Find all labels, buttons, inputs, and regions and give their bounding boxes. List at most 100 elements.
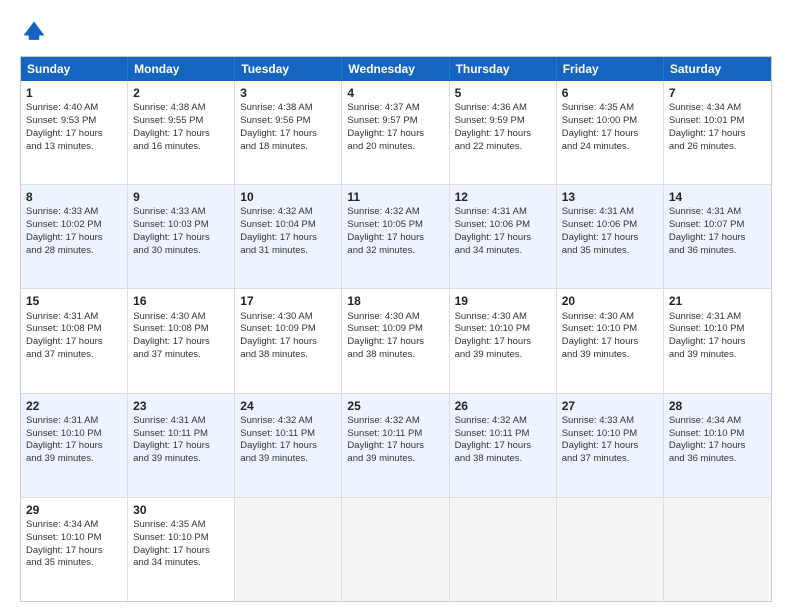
day-cell-30: 30Sunrise: 4:35 AMSunset: 10:10 PMDaylig… bbox=[128, 498, 235, 601]
day-info: Sunset: 10:09 PM bbox=[347, 323, 443, 336]
day-cell-17: 17Sunrise: 4:30 AMSunset: 10:09 PMDaylig… bbox=[235, 289, 342, 392]
calendar: SundayMondayTuesdayWednesdayThursdayFrid… bbox=[20, 56, 772, 602]
day-info: Sunset: 10:10 PM bbox=[26, 532, 122, 545]
day-info: Daylight: 17 hours bbox=[455, 440, 551, 453]
day-info: Daylight: 17 hours bbox=[26, 232, 122, 245]
header-cell-tuesday: Tuesday bbox=[235, 57, 342, 81]
day-info: and 20 minutes. bbox=[347, 141, 443, 154]
day-info: Daylight: 17 hours bbox=[133, 545, 229, 558]
day-info: Sunrise: 4:31 AM bbox=[26, 311, 122, 324]
day-info: Daylight: 17 hours bbox=[562, 336, 658, 349]
day-info: and 39 minutes. bbox=[562, 349, 658, 362]
day-info: and 24 minutes. bbox=[562, 141, 658, 154]
day-info: Sunrise: 4:34 AM bbox=[669, 415, 766, 428]
day-info: Sunset: 10:10 PM bbox=[455, 323, 551, 336]
day-info: and 31 minutes. bbox=[240, 245, 336, 258]
day-cell-3: 3Sunrise: 4:38 AMSunset: 9:56 PMDaylight… bbox=[235, 81, 342, 184]
empty-cell bbox=[450, 498, 557, 601]
day-info: Sunrise: 4:35 AM bbox=[562, 102, 658, 115]
day-cell-21: 21Sunrise: 4:31 AMSunset: 10:10 PMDaylig… bbox=[664, 289, 771, 392]
day-info: Daylight: 17 hours bbox=[669, 232, 766, 245]
day-info: Sunset: 9:56 PM bbox=[240, 115, 336, 128]
day-info: Sunset: 10:11 PM bbox=[347, 428, 443, 441]
header-cell-thursday: Thursday bbox=[450, 57, 557, 81]
day-info: Daylight: 17 hours bbox=[669, 336, 766, 349]
day-number: 8 bbox=[26, 189, 122, 205]
day-info: Sunset: 10:06 PM bbox=[562, 219, 658, 232]
day-info: Sunset: 10:11 PM bbox=[240, 428, 336, 441]
day-cell-24: 24Sunrise: 4:32 AMSunset: 10:11 PMDaylig… bbox=[235, 394, 342, 497]
day-info: Sunrise: 4:32 AM bbox=[347, 415, 443, 428]
day-info: and 35 minutes. bbox=[26, 557, 122, 570]
day-info: and 16 minutes. bbox=[133, 141, 229, 154]
day-cell-4: 4Sunrise: 4:37 AMSunset: 9:57 PMDaylight… bbox=[342, 81, 449, 184]
day-number: 19 bbox=[455, 293, 551, 309]
header bbox=[20, 18, 772, 46]
calendar-body: 1Sunrise: 4:40 AMSunset: 9:53 PMDaylight… bbox=[21, 81, 771, 601]
day-number: 16 bbox=[133, 293, 229, 309]
day-info: and 22 minutes. bbox=[455, 141, 551, 154]
day-cell-6: 6Sunrise: 4:35 AMSunset: 10:00 PMDayligh… bbox=[557, 81, 664, 184]
day-number: 9 bbox=[133, 189, 229, 205]
day-number: 10 bbox=[240, 189, 336, 205]
day-info: and 38 minutes. bbox=[240, 349, 336, 362]
day-info: Daylight: 17 hours bbox=[26, 440, 122, 453]
empty-cell bbox=[557, 498, 664, 601]
day-info: Daylight: 17 hours bbox=[240, 232, 336, 245]
day-info: and 30 minutes. bbox=[133, 245, 229, 258]
day-cell-20: 20Sunrise: 4:30 AMSunset: 10:10 PMDaylig… bbox=[557, 289, 664, 392]
day-info: Sunrise: 4:30 AM bbox=[133, 311, 229, 324]
day-info: Sunrise: 4:32 AM bbox=[455, 415, 551, 428]
day-info: Sunrise: 4:34 AM bbox=[669, 102, 766, 115]
day-info: Daylight: 17 hours bbox=[455, 232, 551, 245]
day-info: Sunset: 10:10 PM bbox=[133, 532, 229, 545]
day-number: 7 bbox=[669, 85, 766, 101]
day-info: and 13 minutes. bbox=[26, 141, 122, 154]
day-info: and 34 minutes. bbox=[133, 557, 229, 570]
day-info: Sunset: 9:59 PM bbox=[455, 115, 551, 128]
day-number: 25 bbox=[347, 398, 443, 414]
day-info: Daylight: 17 hours bbox=[133, 232, 229, 245]
day-cell-19: 19Sunrise: 4:30 AMSunset: 10:10 PMDaylig… bbox=[450, 289, 557, 392]
empty-cell bbox=[342, 498, 449, 601]
header-cell-monday: Monday bbox=[128, 57, 235, 81]
day-cell-8: 8Sunrise: 4:33 AMSunset: 10:02 PMDayligh… bbox=[21, 185, 128, 288]
header-cell-sunday: Sunday bbox=[21, 57, 128, 81]
day-info: Sunset: 10:10 PM bbox=[562, 428, 658, 441]
day-info: Sunrise: 4:31 AM bbox=[562, 206, 658, 219]
day-info: Sunset: 10:11 PM bbox=[455, 428, 551, 441]
day-info: Sunrise: 4:31 AM bbox=[26, 415, 122, 428]
day-number: 20 bbox=[562, 293, 658, 309]
day-info: and 35 minutes. bbox=[562, 245, 658, 258]
day-info: Sunset: 10:10 PM bbox=[669, 428, 766, 441]
day-cell-28: 28Sunrise: 4:34 AMSunset: 10:10 PMDaylig… bbox=[664, 394, 771, 497]
day-info: Sunset: 10:08 PM bbox=[133, 323, 229, 336]
day-info: Daylight: 17 hours bbox=[347, 440, 443, 453]
day-info: Sunrise: 4:33 AM bbox=[133, 206, 229, 219]
day-cell-14: 14Sunrise: 4:31 AMSunset: 10:07 PMDaylig… bbox=[664, 185, 771, 288]
day-info: Sunset: 10:06 PM bbox=[455, 219, 551, 232]
day-cell-7: 7Sunrise: 4:34 AMSunset: 10:01 PMDayligh… bbox=[664, 81, 771, 184]
day-number: 21 bbox=[669, 293, 766, 309]
day-number: 11 bbox=[347, 189, 443, 205]
day-number: 5 bbox=[455, 85, 551, 101]
calendar-row-2: 8Sunrise: 4:33 AMSunset: 10:02 PMDayligh… bbox=[21, 184, 771, 288]
logo-icon bbox=[20, 18, 48, 46]
day-info: Sunrise: 4:31 AM bbox=[669, 311, 766, 324]
day-info: Sunset: 10:01 PM bbox=[669, 115, 766, 128]
day-info: Daylight: 17 hours bbox=[133, 128, 229, 141]
day-cell-10: 10Sunrise: 4:32 AMSunset: 10:04 PMDaylig… bbox=[235, 185, 342, 288]
day-info: Sunrise: 4:30 AM bbox=[347, 311, 443, 324]
day-cell-9: 9Sunrise: 4:33 AMSunset: 10:03 PMDayligh… bbox=[128, 185, 235, 288]
day-info: and 36 minutes. bbox=[669, 453, 766, 466]
logo bbox=[20, 18, 52, 46]
day-info: and 34 minutes. bbox=[455, 245, 551, 258]
day-info: Daylight: 17 hours bbox=[240, 440, 336, 453]
day-info: Daylight: 17 hours bbox=[562, 232, 658, 245]
day-info: Sunset: 10:08 PM bbox=[26, 323, 122, 336]
day-number: 22 bbox=[26, 398, 122, 414]
calendar-row-3: 15Sunrise: 4:31 AMSunset: 10:08 PMDaylig… bbox=[21, 288, 771, 392]
day-info: Sunrise: 4:31 AM bbox=[455, 206, 551, 219]
day-info: Sunrise: 4:30 AM bbox=[240, 311, 336, 324]
day-info: and 38 minutes. bbox=[347, 349, 443, 362]
